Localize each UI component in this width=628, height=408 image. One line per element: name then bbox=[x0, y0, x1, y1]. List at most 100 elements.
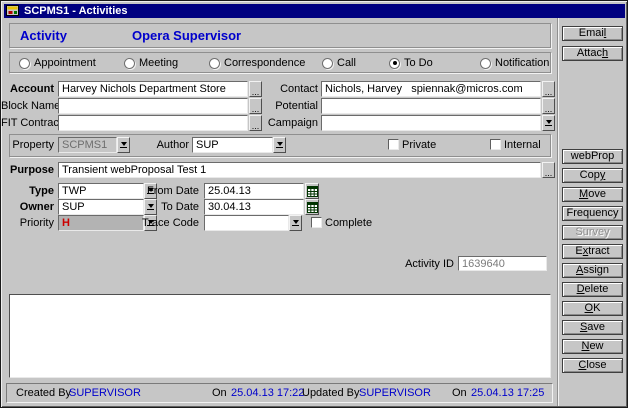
titlebar[interactable]: SCPMS1 - Activities bbox=[4, 4, 625, 18]
dropdown-arrow-icon bbox=[543, 116, 554, 130]
from-date-label: From Date bbox=[141, 184, 199, 199]
ellipsis-icon: ... bbox=[545, 106, 553, 113]
radio-correspondence[interactable]: Correspondence bbox=[209, 57, 305, 69]
calendar-icon bbox=[307, 202, 318, 213]
radio-label: Appointment bbox=[34, 57, 96, 69]
type-label: Type bbox=[1, 184, 54, 199]
ellipsis-icon: ... bbox=[545, 170, 553, 177]
author-dropdown-button[interactable] bbox=[273, 137, 286, 153]
block-name-label: Block Name bbox=[1, 99, 54, 114]
ellipsis-icon: ... bbox=[252, 123, 260, 130]
property-field bbox=[58, 137, 117, 153]
frequency-button[interactable]: Frequency bbox=[562, 206, 623, 221]
author-field[interactable] bbox=[192, 137, 273, 153]
priority-field[interactable] bbox=[58, 215, 144, 231]
delete-button[interactable]: Delete bbox=[562, 282, 623, 297]
copy-button[interactable]: Copy bbox=[562, 168, 623, 183]
campaign-label: Campaign bbox=[263, 116, 318, 131]
button-column: Email Attach webProp Copy Move Frequency Surve… bbox=[562, 1, 623, 408]
activity-id-label: Activity ID bbox=[396, 257, 454, 272]
ellipsis-icon: ... bbox=[252, 106, 260, 113]
updated-by-label: Updated By bbox=[302, 387, 359, 399]
potential-lookup-button[interactable]: ... bbox=[542, 98, 555, 114]
save-button[interactable]: Save bbox=[562, 320, 623, 335]
radio-label: Call bbox=[337, 57, 356, 69]
updated-on-label: On bbox=[452, 387, 467, 399]
private-checkbox[interactable] bbox=[388, 139, 399, 150]
priority-label: Priority bbox=[1, 216, 54, 231]
new-button[interactable]: New bbox=[562, 339, 623, 354]
radio-call[interactable]: Call bbox=[322, 57, 356, 69]
app-icon bbox=[6, 5, 20, 17]
radio-circle-icon[interactable] bbox=[389, 58, 400, 69]
created-by-label: Created By bbox=[16, 387, 71, 399]
block-name-field[interactable] bbox=[58, 98, 248, 114]
webprop-button[interactable]: webProp bbox=[562, 149, 623, 164]
contact-field[interactable] bbox=[321, 81, 541, 97]
trace-code-label: Trace Code bbox=[141, 216, 199, 231]
radio-label: Correspondence bbox=[224, 57, 305, 69]
radio-circle-icon[interactable] bbox=[480, 58, 491, 69]
property-dropdown-button[interactable] bbox=[117, 137, 130, 153]
type-field[interactable] bbox=[58, 183, 144, 199]
page-title: Activity bbox=[20, 28, 67, 43]
author-label: Author bbox=[136, 138, 189, 153]
potential-label: Potential bbox=[263, 99, 318, 114]
block-name-lookup-button[interactable]: ... bbox=[249, 98, 262, 114]
contact-label: Contact bbox=[263, 82, 318, 97]
created-on-value: 25.04.13 17:22 bbox=[231, 387, 304, 399]
created-by-value: SUPERVISOR bbox=[69, 387, 141, 399]
to-date-label: To Date bbox=[141, 200, 199, 215]
created-on-label: On bbox=[212, 387, 227, 399]
internal-checkbox[interactable] bbox=[490, 139, 501, 150]
complete-checkbox[interactable] bbox=[311, 217, 322, 228]
private-label: Private bbox=[402, 138, 452, 153]
fit-contract-lookup-button[interactable]: ... bbox=[249, 115, 262, 131]
account-lookup-button[interactable]: ... bbox=[249, 81, 262, 97]
fit-contract-field[interactable] bbox=[58, 115, 248, 131]
extract-button[interactable]: Extract bbox=[562, 244, 623, 259]
campaign-dropdown-button[interactable] bbox=[542, 115, 555, 131]
fit-contract-label: FIT Contract bbox=[1, 116, 54, 131]
to-date-field[interactable] bbox=[204, 199, 304, 215]
purpose-field[interactable] bbox=[58, 162, 541, 178]
header-user: Opera Supervisor bbox=[132, 28, 241, 43]
purpose-label: Purpose bbox=[1, 163, 54, 178]
from-date-field[interactable] bbox=[204, 183, 304, 199]
purpose-lookup-button[interactable]: ... bbox=[542, 162, 555, 178]
move-button[interactable]: Move bbox=[562, 187, 623, 202]
radio-circle-icon[interactable] bbox=[322, 58, 333, 69]
close-button[interactable]: Close bbox=[562, 358, 623, 373]
radio-appointment[interactable]: Appointment bbox=[19, 57, 96, 69]
campaign-field[interactable] bbox=[321, 115, 541, 131]
radio-notification[interactable]: Notification bbox=[480, 57, 549, 69]
trace-code-dropdown-button[interactable] bbox=[289, 215, 302, 231]
activity-id-field bbox=[458, 256, 547, 271]
dropdown-arrow-icon bbox=[118, 138, 129, 152]
radio-meeting[interactable]: Meeting bbox=[124, 57, 178, 69]
updated-on-value: 25.04.13 17:25 bbox=[471, 387, 544, 399]
radio-to-do[interactable]: To Do bbox=[389, 57, 433, 69]
survey-button[interactable]: Survey bbox=[562, 225, 623, 240]
potential-field[interactable] bbox=[321, 98, 541, 114]
attach-button[interactable]: Attach bbox=[562, 46, 623, 61]
radio-label: To Do bbox=[404, 57, 433, 69]
window-title: SCPMS1 - Activities bbox=[24, 5, 128, 17]
radio-circle-icon[interactable] bbox=[19, 58, 30, 69]
ok-button[interactable]: OK bbox=[562, 301, 623, 316]
radio-circle-icon[interactable] bbox=[209, 58, 220, 69]
calendar-icon bbox=[307, 186, 318, 197]
owner-field[interactable] bbox=[58, 199, 144, 215]
account-field[interactable] bbox=[58, 81, 248, 97]
assign-button[interactable]: Assign bbox=[562, 263, 623, 278]
trace-code-field[interactable] bbox=[204, 215, 289, 231]
property-label: Property bbox=[1, 138, 54, 153]
radio-circle-icon[interactable] bbox=[124, 58, 135, 69]
to-date-calendar-button[interactable] bbox=[305, 199, 319, 215]
panel-divider bbox=[557, 18, 559, 406]
statusbar: Created By SUPERVISOR On 25.04.13 17:22 … bbox=[6, 383, 553, 403]
contact-lookup-button[interactable]: ... bbox=[542, 81, 555, 97]
notes-textarea[interactable] bbox=[9, 294, 551, 378]
email-button[interactable]: Email bbox=[562, 26, 623, 41]
from-date-calendar-button[interactable] bbox=[305, 183, 319, 199]
